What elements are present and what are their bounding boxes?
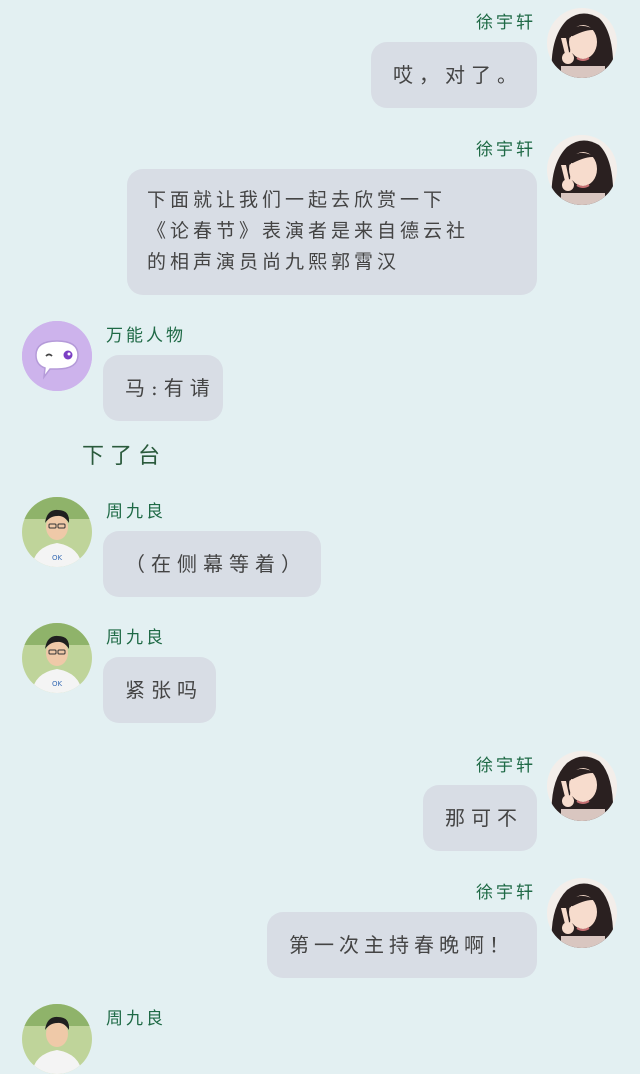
- female-avatar[interactable]: [547, 878, 617, 948]
- speech-bubble-icon: [22, 321, 92, 391]
- message-left: OK 周九良 紧张吗: [0, 615, 640, 727]
- sender-name: 周九良: [106, 502, 166, 522]
- message-left: 周九良: [0, 996, 640, 1074]
- message-right: 徐宇轩 第一次主持春晚啊！: [0, 870, 640, 982]
- message-text: 马:有请: [125, 376, 216, 400]
- male-avatar[interactable]: OK: [22, 623, 92, 693]
- chat-thread[interactable]: 徐宇轩 哎，对了。 徐宇轩 下面就让我们一起去欣赏一下 《论春节》表演者是来自德…: [0, 0, 640, 1074]
- male-avatar-icon: [22, 1004, 92, 1074]
- message-bubble[interactable]: 哎，对了。: [371, 42, 537, 108]
- male-avatar-icon: OK: [22, 497, 92, 567]
- female-avatar[interactable]: [547, 135, 617, 205]
- message-bubble[interactable]: 马:有请: [103, 355, 223, 421]
- sender-name: 徐宇轩: [476, 13, 536, 33]
- message-text: 下面就让我们一起去欣赏一下: [147, 189, 447, 211]
- female-avatar-icon: [547, 751, 617, 821]
- message-text: 紧张吗: [125, 678, 203, 702]
- message-text: 的相声演员尚九熙郭霄汉: [147, 251, 401, 273]
- sender-name: 徐宇轩: [476, 883, 536, 903]
- narration-text: 下了台: [82, 444, 167, 469]
- male-avatar[interactable]: OK: [22, 497, 92, 567]
- svg-text:OK: OK: [52, 680, 63, 688]
- message-bubble[interactable]: 那可不: [423, 785, 537, 851]
- message-bubble[interactable]: 第一次主持春晚啊！: [267, 912, 537, 978]
- message-bubble[interactable]: （在侧幕等着）: [103, 531, 321, 597]
- message-bubble[interactable]: 紧张吗: [103, 657, 216, 723]
- message-text: 《论春节》表演者是来自德云社: [147, 220, 470, 242]
- female-avatar-icon: [547, 878, 617, 948]
- female-avatar[interactable]: [547, 751, 617, 821]
- speech-bubble-avatar[interactable]: [22, 321, 92, 391]
- sender-name: 周九良: [106, 1009, 166, 1029]
- male-avatar[interactable]: [22, 1004, 92, 1074]
- female-avatar-icon: [547, 8, 617, 78]
- message-right: 徐宇轩 哎，对了。: [0, 0, 640, 110]
- svg-text:OK: OK: [52, 554, 63, 562]
- female-avatar[interactable]: [547, 8, 617, 78]
- sender-name: 徐宇轩: [476, 140, 536, 160]
- message-right: 徐宇轩 下面就让我们一起去欣赏一下 《论春节》表演者是来自德云社 的相声演员尚九…: [0, 127, 640, 297]
- message-text: 那可不: [445, 806, 523, 830]
- female-avatar-icon: [547, 135, 617, 205]
- message-text: 第一次主持春晚啊！: [289, 933, 514, 957]
- message-text: （在侧幕等着）: [125, 552, 307, 576]
- sender-name: 周九良: [106, 628, 166, 648]
- message-left: OK 周九良 （在侧幕等着）: [0, 489, 640, 601]
- message-text: 哎，对了。: [393, 63, 523, 87]
- message-right: 徐宇轩 那可不: [0, 743, 640, 855]
- message-bubble[interactable]: 下面就让我们一起去欣赏一下 《论春节》表演者是来自德云社 的相声演员尚九熙郭霄汉: [127, 169, 537, 295]
- sender-name: 徐宇轩: [476, 756, 536, 776]
- message-left: 万能人物 马:有请: [0, 313, 640, 425]
- sender-name: 万能人物: [106, 326, 186, 346]
- male-avatar-icon: OK: [22, 623, 92, 693]
